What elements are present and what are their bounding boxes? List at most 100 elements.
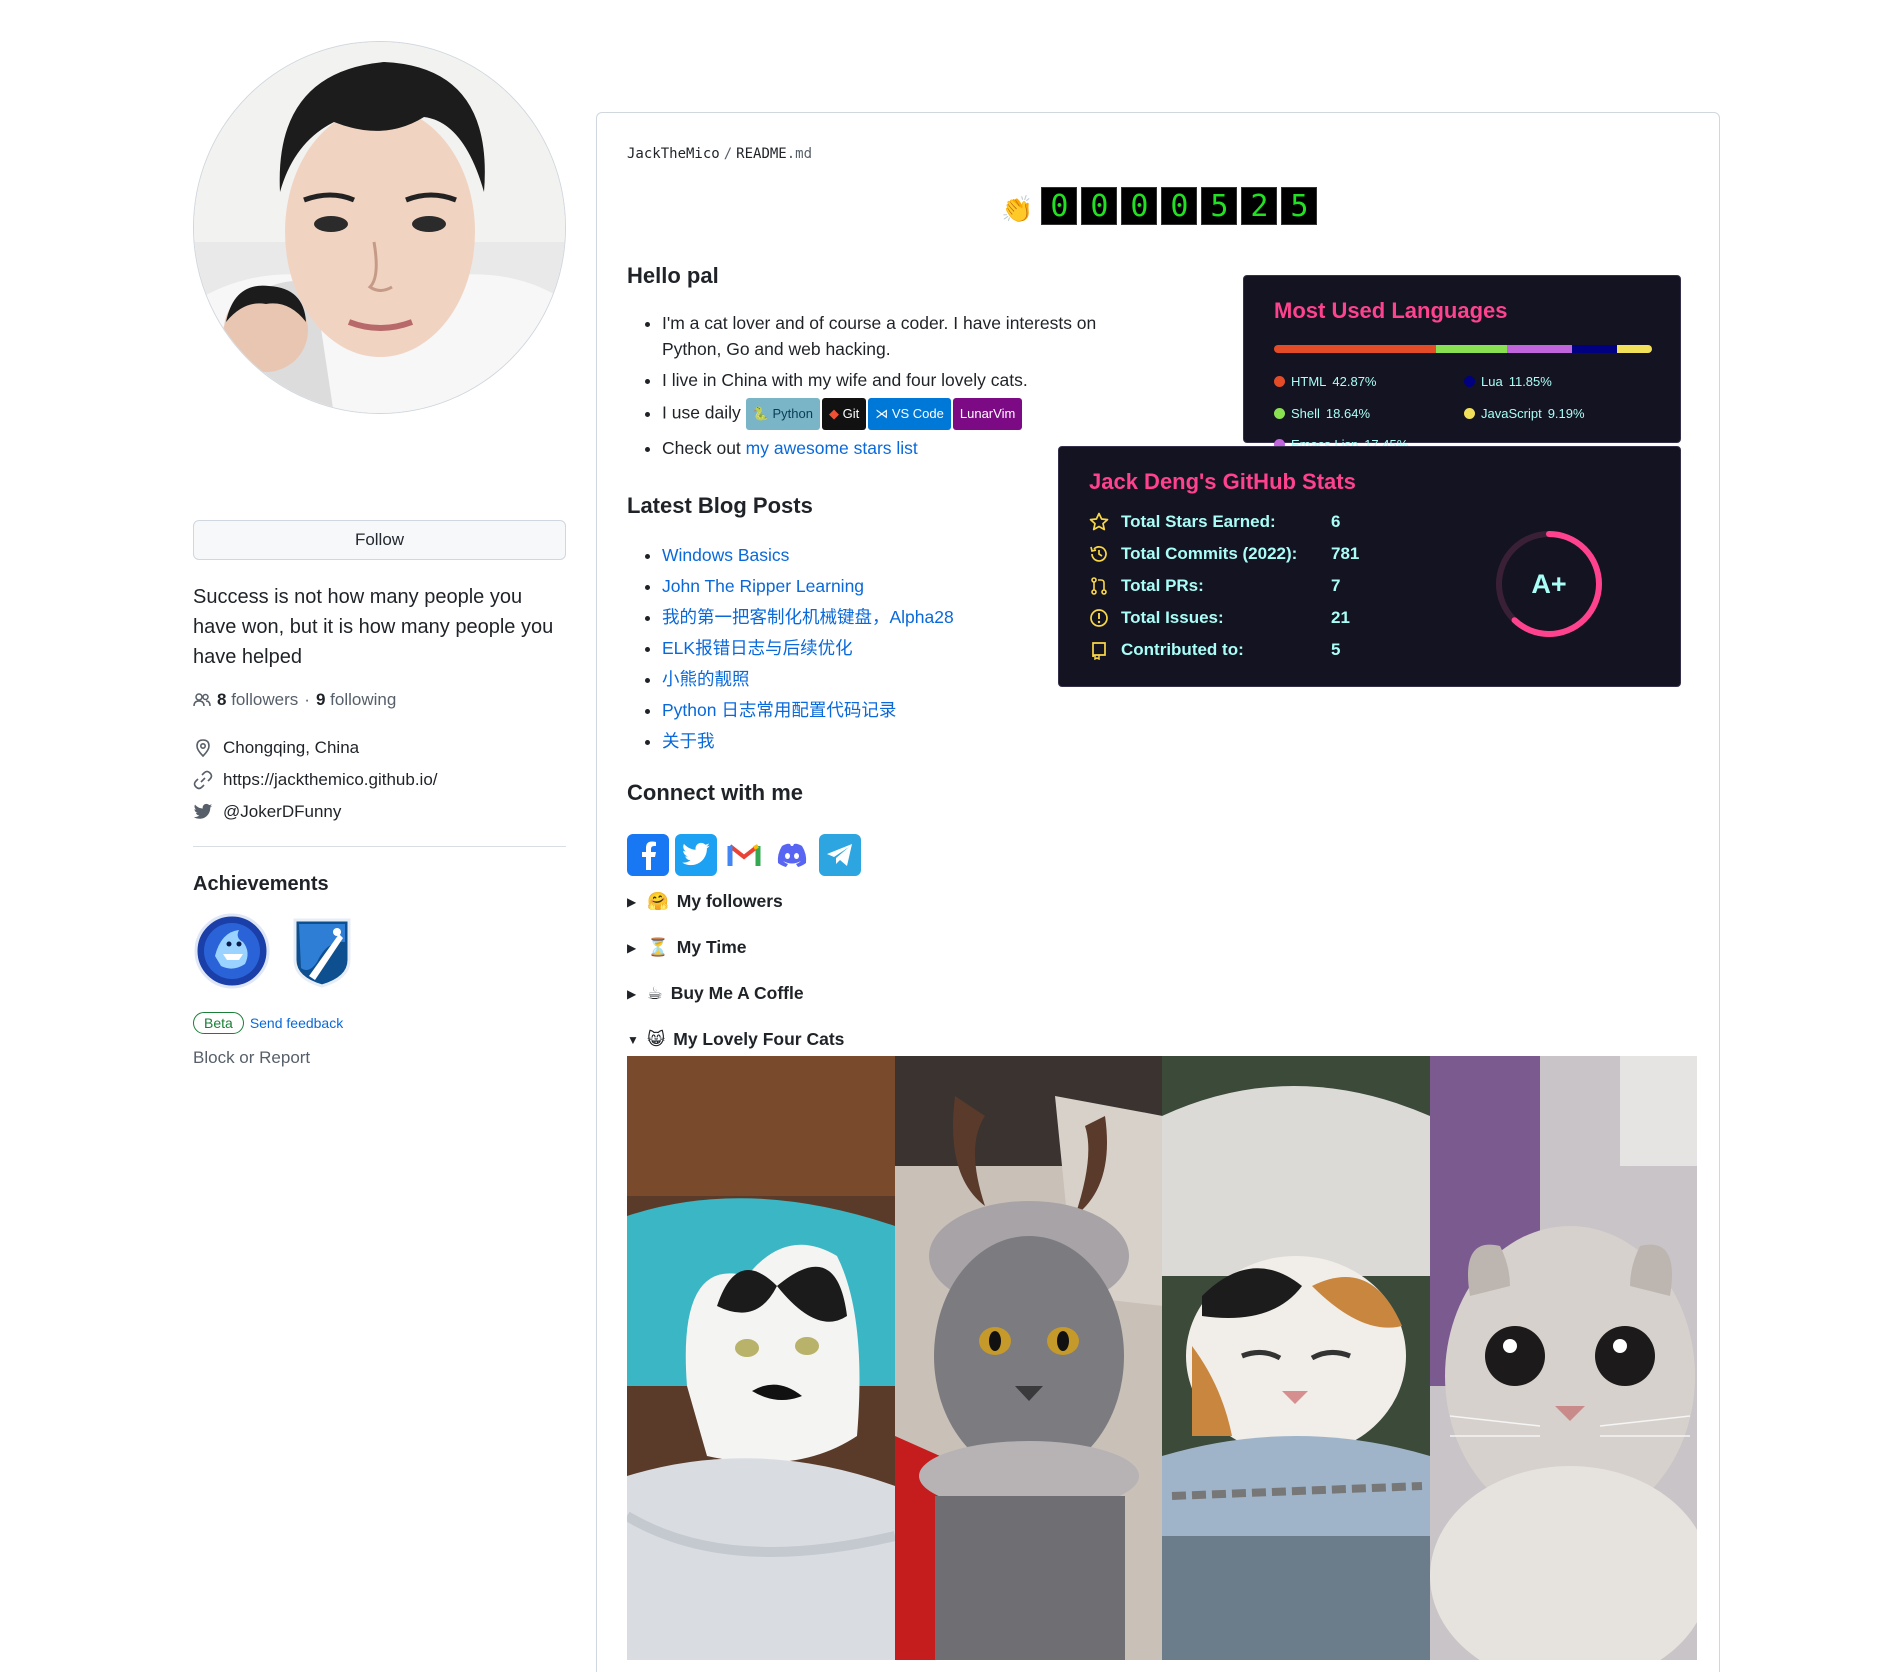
vscode-badge[interactable]: ⋊ VS Code bbox=[868, 398, 951, 430]
shark-badge-icon[interactable] bbox=[193, 912, 271, 990]
social-links bbox=[627, 834, 861, 876]
website-link[interactable]: https://jackthemico.github.io/ bbox=[223, 770, 438, 790]
blog-post-link[interactable]: 我的第一把客制化机械键盘，Alpha28 bbox=[662, 607, 954, 627]
twitter-row[interactable]: @JokerDFunny bbox=[193, 796, 566, 828]
lang-bar-lua bbox=[1572, 345, 1618, 353]
intro-item: I'm a cat lover and of course a coder. I… bbox=[662, 310, 1102, 362]
blog-post-link[interactable]: Python 日志常用配置代码记录 bbox=[662, 700, 896, 720]
caret-right-icon: ▶ bbox=[627, 940, 637, 955]
stats-card-title: Jack Deng's GitHub Stats bbox=[1089, 469, 1356, 494]
cat-photo bbox=[894, 1056, 1162, 1660]
blog-post-link[interactable]: ELK报错日志与后续优化 bbox=[662, 638, 853, 658]
counter-digit: 5 bbox=[1281, 187, 1318, 225]
blog-post-link[interactable]: 关于我 bbox=[662, 731, 715, 751]
lang-item-html: HTML 42.87% bbox=[1274, 374, 1376, 389]
twitter-icon[interactable] bbox=[675, 834, 717, 876]
languages-card: Most Used Languages HTML 42.87% Lua 11.85%… bbox=[1243, 275, 1681, 452]
counter-digit: 5 bbox=[1201, 187, 1238, 225]
python-badge[interactable]: 🐍 Python bbox=[745, 398, 820, 430]
follow-button[interactable]: Follow bbox=[193, 520, 566, 560]
twitter-handle[interactable]: @JokerDFunny bbox=[223, 802, 341, 822]
block-or-report-link[interactable]: Block or Report bbox=[193, 1048, 566, 1068]
beta-label: Beta bbox=[193, 1012, 244, 1034]
clap-icon: 👏 bbox=[1001, 193, 1034, 224]
github-stats-card: Jack Deng's GitHub Stats Total Stars Ear… bbox=[1058, 446, 1681, 687]
lang-item-lua: Lua 11.85% bbox=[1464, 374, 1552, 389]
location-text: Chongqing, China bbox=[223, 738, 360, 757]
cat-photo bbox=[627, 1056, 895, 1660]
cat-photo bbox=[1429, 1056, 1697, 1660]
shield-badge-icon[interactable] bbox=[287, 912, 357, 990]
lang-bar-html bbox=[1274, 345, 1437, 353]
pull-request-icon bbox=[1091, 577, 1107, 595]
connect-heading: Connect with me bbox=[627, 780, 804, 805]
blog-post-link[interactable]: John The Ripper Learning bbox=[662, 576, 864, 596]
star-icon bbox=[1089, 512, 1109, 531]
intro-list: I'm a cat lover and of course a coder. I… bbox=[662, 310, 1102, 466]
details-followers[interactable]: ▶ 🤗 My followers bbox=[627, 891, 783, 912]
stat-row-prs: Total PRs: 7 bbox=[1089, 576, 1340, 596]
repo-icon bbox=[1092, 642, 1106, 660]
followers-link[interactable]: 8 followers bbox=[217, 690, 298, 710]
counter-digit: 0 bbox=[1161, 187, 1198, 225]
counter-digit: 0 bbox=[1041, 187, 1078, 225]
repo-owner-link[interactable]: JackTheMico bbox=[627, 146, 720, 162]
cat-photos bbox=[627, 1056, 1697, 1660]
lunarvim-badge[interactable]: LunarVim bbox=[952, 398, 1023, 430]
lang-bar-shell bbox=[1436, 345, 1507, 353]
cat-face-icon: 😸 bbox=[647, 1029, 666, 1049]
divider bbox=[193, 846, 566, 847]
issue-icon bbox=[1090, 609, 1108, 627]
readme-file-name[interactable]: README bbox=[736, 146, 787, 162]
history-icon bbox=[1090, 546, 1107, 562]
lang-item-shell: Shell 18.64% bbox=[1274, 406, 1370, 421]
stat-row-stars: Total Stars Earned: 6 bbox=[1089, 512, 1340, 532]
gmail-icon[interactable] bbox=[723, 834, 765, 876]
hourglass-icon: ⏳ bbox=[647, 937, 669, 957]
caret-right-icon: ▶ bbox=[627, 986, 637, 1001]
counter-digit: 0 bbox=[1081, 187, 1118, 225]
following-link[interactable]: 9 following bbox=[316, 690, 396, 710]
details-my-time[interactable]: ▶ ⏳ My Time bbox=[627, 937, 747, 958]
profile-sidebar: Follow Success is not how many people yo… bbox=[193, 41, 566, 1068]
achievements-title: Achievements bbox=[193, 873, 329, 895]
stars-list-link[interactable]: my awesome stars list bbox=[746, 438, 918, 458]
people-icon bbox=[193, 693, 211, 707]
details-four-cats[interactable]: ▼ 😸 My Lovely Four Cats bbox=[627, 1029, 844, 1050]
discord-icon[interactable] bbox=[771, 834, 813, 876]
cat-photo bbox=[1162, 1056, 1430, 1660]
lang-item-javascript: JavaScript 9.19% bbox=[1464, 406, 1585, 421]
lang-bar-javascript bbox=[1617, 345, 1652, 353]
send-feedback-link[interactable]: Send feedback bbox=[250, 1015, 343, 1031]
readme-panel: JackTheMico / README.md 👏 0 0 0 0 5 2 5 He… bbox=[596, 112, 1720, 1672]
stat-row-issues: Total Issues: 21 bbox=[1089, 608, 1350, 628]
counter-digit: 0 bbox=[1121, 187, 1158, 225]
avatar[interactable] bbox=[193, 41, 566, 414]
beta-row: Beta Send feedback bbox=[193, 1012, 566, 1034]
caret-right-icon: ▶ bbox=[627, 894, 637, 909]
intro-item-tools: I use daily 🐍 Python◆ Git⋊ VS CodeLunarV… bbox=[662, 398, 1102, 430]
twitter-bird-icon bbox=[193, 803, 213, 819]
git-badge[interactable]: ◆ Git bbox=[821, 398, 867, 430]
profile-details: Chongqing, China https://jackthemico.git… bbox=[193, 732, 566, 828]
profile-bio: Success is not how many people you have … bbox=[193, 586, 554, 668]
intro-item: I live in China with my wife and four lo… bbox=[662, 367, 1102, 393]
blog-post-link[interactable]: 小熊的靓照 bbox=[662, 669, 750, 689]
website-row[interactable]: https://jackthemico.github.io/ bbox=[193, 764, 566, 796]
languages-card-title: Most Used Languages bbox=[1274, 298, 1508, 323]
rank-grade: A+ bbox=[1531, 569, 1566, 599]
language-bar bbox=[1274, 345, 1652, 353]
caret-down-icon: ▼ bbox=[627, 1032, 639, 1047]
telegram-icon[interactable] bbox=[819, 834, 861, 876]
details-buy-coffee[interactable]: ▶ ☕ Buy Me A Coffle bbox=[627, 983, 804, 1004]
blog-heading: Latest Blog Posts bbox=[627, 493, 813, 518]
facebook-icon[interactable] bbox=[627, 834, 669, 876]
blog-post-link[interactable]: Windows Basics bbox=[662, 545, 789, 565]
intro-item: Check out my awesome stars list bbox=[662, 435, 1102, 461]
lang-bar-emacs-lisp bbox=[1506, 345, 1573, 353]
hello-heading: Hello pal bbox=[627, 263, 719, 288]
readme-path: JackTheMico / README.md bbox=[627, 146, 813, 162]
follow-stats: 8 followers · 9 following bbox=[193, 690, 566, 710]
counter-digit: 2 bbox=[1241, 187, 1278, 225]
rank-ring: A+ bbox=[1496, 531, 1602, 637]
